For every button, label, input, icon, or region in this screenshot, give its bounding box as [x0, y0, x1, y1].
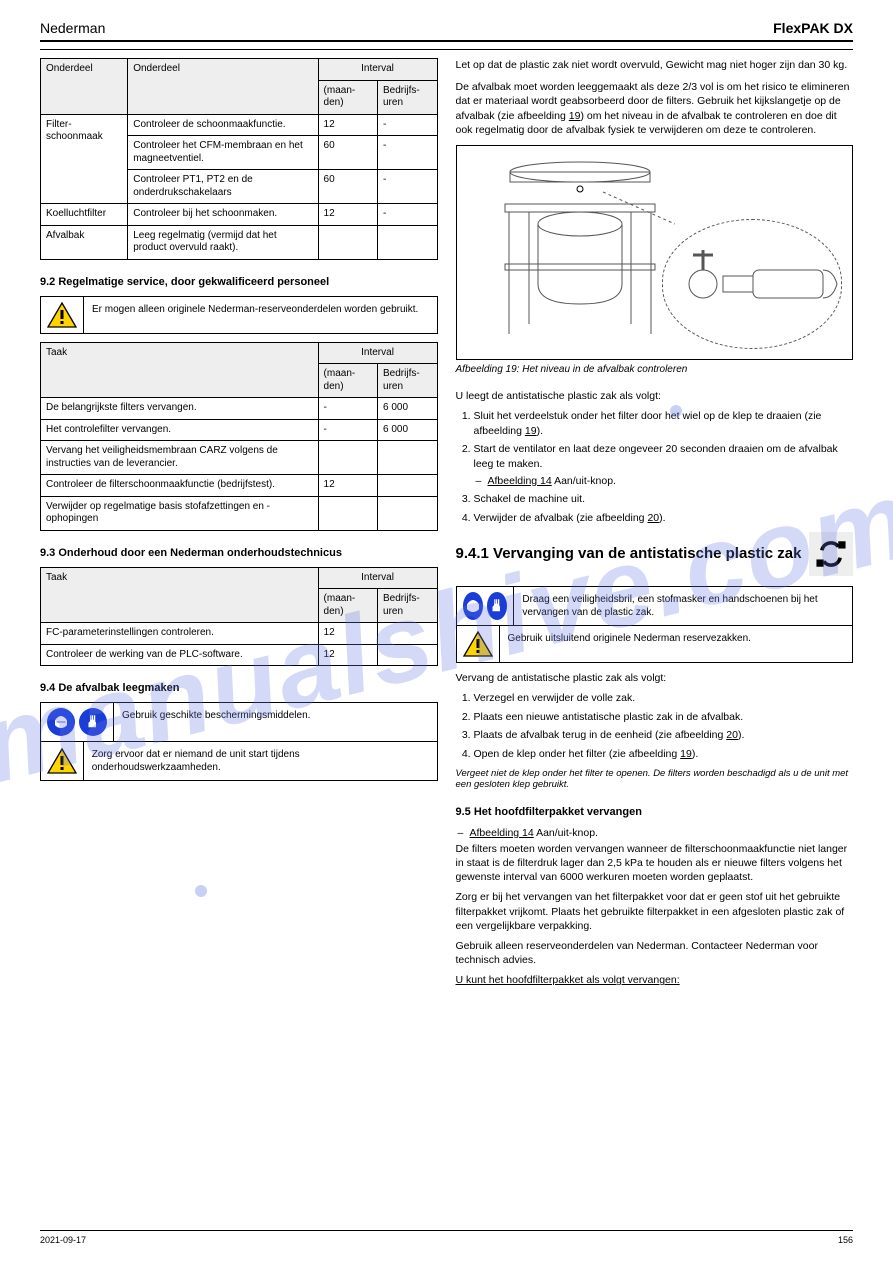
ppe-text: Gebruik geschikte beschermingsmiddelen. [114, 703, 318, 741]
warning-text-maintenance: Zorg ervoor dat er niemand de unit start… [84, 742, 437, 780]
footer-page: 156 [838, 1235, 853, 1245]
heading-9-2: 9.2 Regelmatige service, door gekwalific… [40, 276, 438, 288]
waste-bin-text: De afvalbak moet worden leeggemaakt als … [456, 80, 854, 137]
header-brand: Nederman [40, 20, 105, 36]
empty-bag-steps: Sluit het verdeelstuk onder het filter d… [456, 409, 854, 526]
warning-text-941: Gebruik uitsluitend originele Nederman r… [500, 626, 759, 662]
header-product: FlexPAK DX [773, 20, 853, 36]
maintenance-table-technician: Taak Interval (maan-den) Bedrijfs-uren F… [40, 567, 438, 667]
warning-text-parts: Er mogen alleen originele Nederman-reser… [84, 297, 426, 333]
figure-19-caption: Afbeelding 19: Het niveau in de afvalbak… [456, 364, 854, 375]
cycle-icon [809, 532, 853, 576]
valve-note: Vergeet niet de klep onder het filter te… [456, 768, 854, 790]
s95-proc: U kunt het hoofdfilterpakket als volgt v… [456, 973, 854, 987]
footer-date: 2021-09-17 [40, 1235, 86, 1245]
ref-fig14: Afbeelding 14 Aan/uit-knop. [456, 826, 854, 840]
warning-icon [47, 302, 77, 328]
ppe-gloves-icon [79, 708, 107, 736]
heading-9-5: 9.5 Het hoofdfilterpakket vervangen [456, 806, 854, 818]
s95-p1: De filters moeten worden vervangen wanne… [456, 842, 854, 885]
ppe-gloves-icon [487, 592, 507, 620]
heading-9-4: 9.4 De afvalbak leegmaken [40, 682, 438, 694]
warning-icon [47, 748, 77, 774]
heading-9-3: 9.3 Onderhoud door een Nederman onderhou… [40, 547, 438, 559]
replace-bag-steps: Verzegel en verwijder de volle zak. Plaa… [456, 691, 854, 762]
s95-p3: Gebruik alleen reserveonderdelen van Ned… [456, 939, 854, 967]
ppe-text-941: Draag een veiligheidsbril, een stofmaske… [514, 587, 852, 625]
replace-bag-lead: Vervang de antistatische plastic zak als… [456, 671, 854, 685]
maintenance-table-qualified: Taak Interval (maan-den) Bedrijfs-uren D… [40, 342, 438, 531]
s95-p2: Zorg er bij het vervangen van het filter… [456, 890, 854, 933]
warning-icon [463, 631, 493, 657]
maintenance-table-general: Onderdeel Onderdeel Interval (maan-den) … [40, 58, 438, 260]
heading-9-4-1: 9.4.1 Vervanging van de antistatische pl… [456, 532, 854, 576]
ppe-mask-icon [463, 592, 483, 620]
overfill-caution: Let op dat de plastic zak niet wordt ove… [456, 58, 854, 72]
empty-bag-lead: U leegt de antistatische plastic zak als… [456, 389, 854, 403]
figure-19-illustration [456, 145, 854, 360]
ppe-mask-icon [47, 708, 75, 736]
